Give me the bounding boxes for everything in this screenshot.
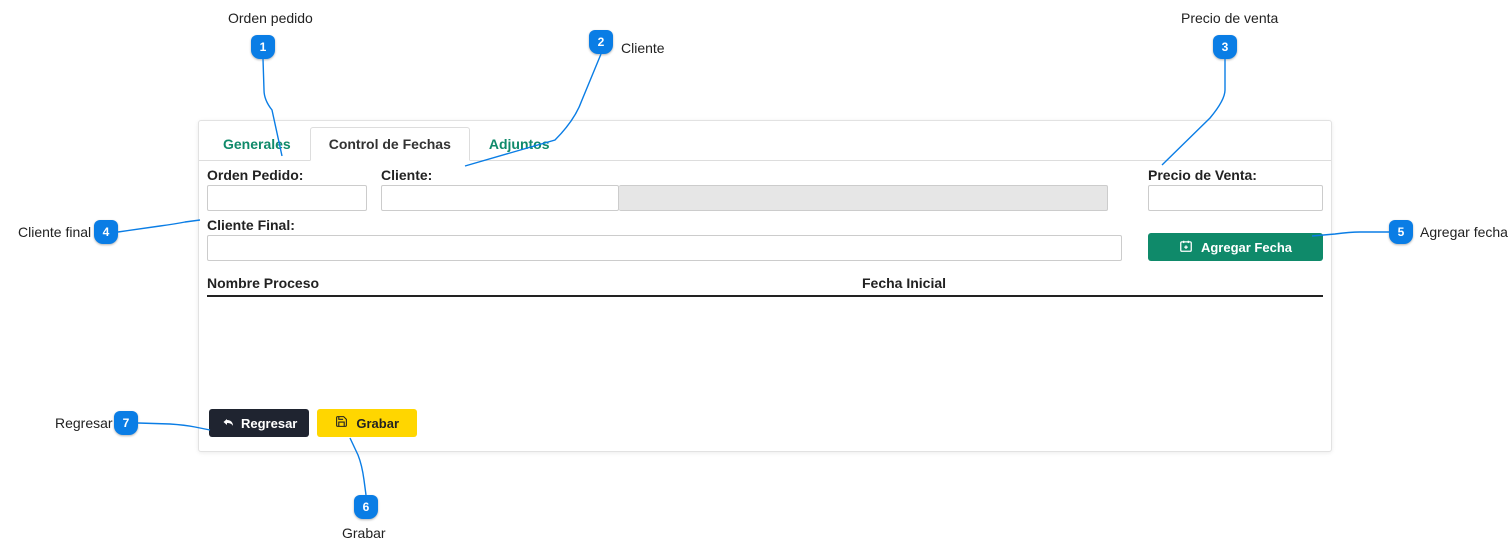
footer-actions: Regresar Grabar — [199, 397, 1331, 451]
col-nombre-proceso: Nombre Proceso — [207, 275, 862, 291]
main-panel: Generales Control de Fechas Adjuntos Ord… — [198, 120, 1332, 452]
calendar-plus-icon — [1179, 239, 1193, 256]
callout-badge-4: 4 — [94, 220, 118, 244]
scroll-area[interactable]: Orden Pedido: Cliente: Precio de Venta: … — [199, 161, 1331, 397]
callout-badge-3: 3 — [1213, 35, 1237, 59]
orden-pedido-label: Orden Pedido: — [207, 167, 367, 183]
callout-text-5: Agregar fecha — [1420, 224, 1508, 240]
tabs-bar: Generales Control de Fechas Adjuntos — [199, 121, 1331, 161]
precio-venta-input[interactable] — [1148, 185, 1323, 211]
tab-generales[interactable]: Generales — [204, 127, 310, 161]
grabar-label: Grabar — [356, 416, 399, 431]
callout-badge-2: 2 — [589, 30, 613, 54]
tab-control-fechas[interactable]: Control de Fechas — [310, 127, 470, 161]
agregar-fecha-label: Agregar Fecha — [1201, 240, 1292, 255]
col-fecha-inicial: Fecha Inicial — [862, 275, 1323, 291]
callout-badge-5: 5 — [1389, 220, 1413, 244]
agregar-fecha-button[interactable]: Agregar Fecha — [1148, 233, 1323, 261]
reply-icon — [221, 416, 235, 431]
save-icon — [335, 415, 348, 431]
callout-text-6: Grabar — [342, 525, 386, 541]
callout-text-3: Precio de venta — [1181, 10, 1278, 26]
callout-badge-1: 1 — [251, 35, 275, 59]
grabar-button[interactable]: Grabar — [317, 409, 417, 437]
cliente-readonly — [619, 185, 1108, 211]
regresar-label: Regresar — [241, 416, 297, 431]
cliente-label: Cliente: — [381, 167, 1108, 183]
callout-text-2: Cliente — [621, 40, 665, 56]
callout-text-4: Cliente final — [18, 224, 91, 240]
cliente-final-label: Cliente Final: — [207, 217, 1122, 233]
callout-badge-7: 7 — [114, 411, 138, 435]
callout-badge-6: 6 — [354, 495, 378, 519]
precio-venta-label: Precio de Venta: — [1148, 167, 1323, 183]
callout-text-1: Orden pedido — [228, 10, 313, 26]
table-body-empty — [207, 297, 1323, 367]
cliente-input[interactable] — [381, 185, 619, 211]
orden-pedido-input[interactable] — [207, 185, 367, 211]
regresar-button[interactable]: Regresar — [209, 409, 309, 437]
tab-adjuntos[interactable]: Adjuntos — [470, 127, 569, 161]
callout-text-7: Regresar — [55, 415, 113, 431]
process-table: Nombre Proceso Fecha Inicial — [207, 275, 1323, 367]
cliente-final-input[interactable] — [207, 235, 1122, 261]
